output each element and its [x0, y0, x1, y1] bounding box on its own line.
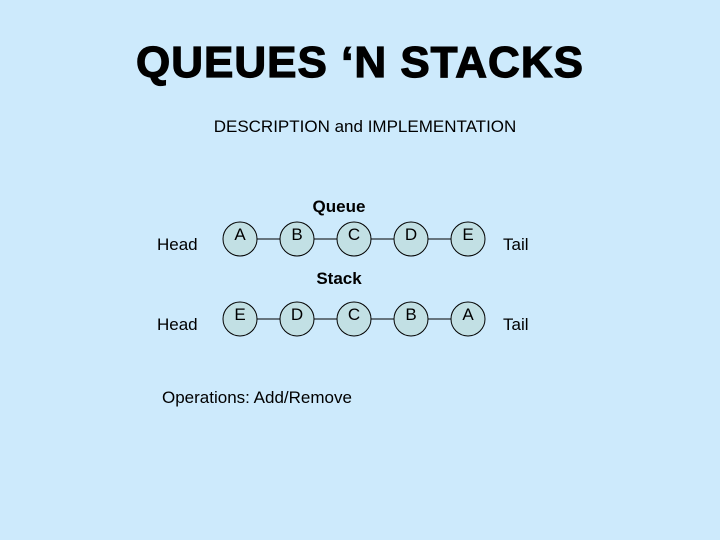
linked-list-diagram: A B C D E E D C B A: [222, 221, 486, 337]
stack-node-label: B: [405, 305, 416, 324]
queue-node-label: B: [291, 225, 302, 244]
stack-node-label: D: [291, 305, 303, 324]
stack-node-label: A: [462, 305, 474, 324]
queue-list: A B C D E: [222, 221, 486, 257]
operations-text: Operations: Add/Remove: [162, 388, 352, 407]
stack-node-label: E: [234, 305, 245, 324]
queue-node-label: C: [348, 225, 360, 244]
queue-node-label: E: [462, 225, 473, 244]
stack-list: EDCBA: [222, 301, 486, 337]
queue-node-label: A: [234, 225, 246, 244]
stack-node-label: C: [348, 305, 360, 324]
queue-node-label: D: [405, 225, 417, 244]
